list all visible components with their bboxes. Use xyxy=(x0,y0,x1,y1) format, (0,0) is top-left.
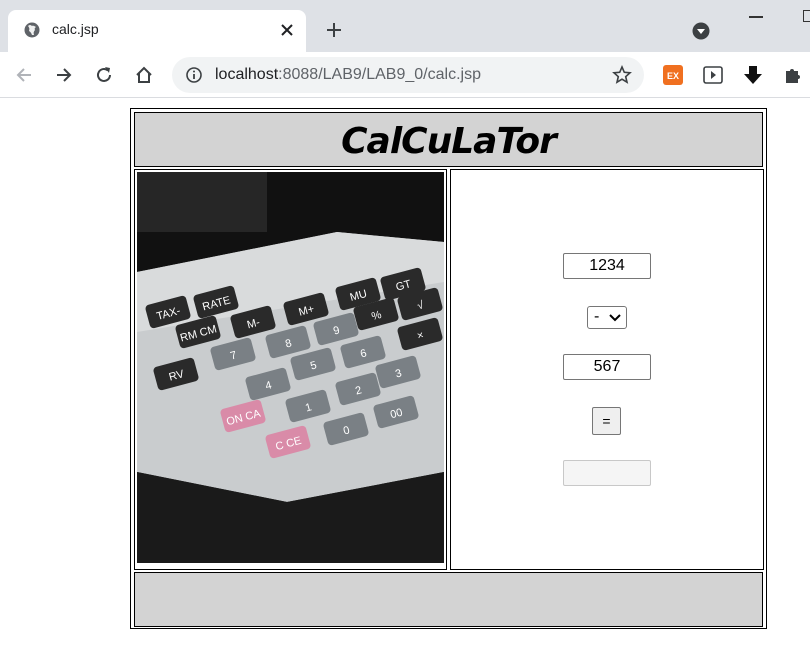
new-tab-icon[interactable] xyxy=(325,21,343,39)
address-bar[interactable]: localhost:8088/LAB9/LAB9_0/calc.jsp xyxy=(172,57,644,93)
bookmark-star-icon[interactable] xyxy=(612,65,632,85)
extension-media-icon[interactable] xyxy=(703,65,723,85)
forward-icon[interactable] xyxy=(54,65,74,85)
tab-search-icon[interactable] xyxy=(692,22,710,40)
info-icon[interactable] xyxy=(186,67,202,83)
chevron-down-icon xyxy=(609,314,621,322)
number1-input[interactable]: 1234 xyxy=(563,253,651,279)
restore-icon[interactable] xyxy=(803,10,810,22)
back-icon[interactable] xyxy=(14,65,34,85)
calculator-image: TAX- RATE RM CM M- M+ MU GT% √ × RV 7 8 9 5 6 4 1 2 3 0 00 ON… xyxy=(137,172,444,563)
extension-ex-icon[interactable]: EX xyxy=(663,65,683,85)
minimize-icon[interactable] xyxy=(749,16,763,18)
globe-icon xyxy=(24,22,40,38)
calculator-illustration: TAX-RATERM CM M-M+MUGT%√×RV789564123000ON… xyxy=(137,172,444,563)
calculator-table: CalCuLaTor TAX- RATE RM CM M- M+ MU GT% √ × RV 7 8 9… xyxy=(130,108,767,629)
url-text: localhost:8088/LAB9/LAB9_0/calc.jsp xyxy=(215,66,481,83)
number2-input[interactable]: 567 xyxy=(563,354,651,380)
operator-value: - xyxy=(594,308,600,325)
equals-button[interactable]: = xyxy=(592,407,621,435)
operator-select[interactable]: - xyxy=(587,306,627,329)
footer-cell xyxy=(134,572,763,627)
browser-toolbar: localhost:8088/LAB9/LAB9_0/calc.jsp EX xyxy=(0,52,810,98)
close-icon[interactable] xyxy=(279,22,295,38)
download-extension-icon[interactable] xyxy=(743,65,763,85)
puzzle-icon[interactable] xyxy=(783,65,803,85)
tab-title: calc.jsp xyxy=(52,21,99,37)
home-icon[interactable] xyxy=(134,65,154,85)
result-field[interactable] xyxy=(563,460,651,486)
reload-icon[interactable] xyxy=(94,65,114,85)
image-cell: TAX- RATE RM CM M- M+ MU GT% √ × RV 7 8 9 5 6 4 1 2 3 0 00 ON… xyxy=(134,169,447,570)
browser-tab[interactable]: calc.jsp xyxy=(8,10,306,52)
svg-text:EX: EX xyxy=(667,71,679,81)
page-title: CalCuLaTor xyxy=(341,121,557,162)
tab-strip: calc.jsp xyxy=(0,0,810,52)
form-cell: 1234 - 567 = xyxy=(450,169,764,570)
header-cell: CalCuLaTor xyxy=(134,112,763,167)
